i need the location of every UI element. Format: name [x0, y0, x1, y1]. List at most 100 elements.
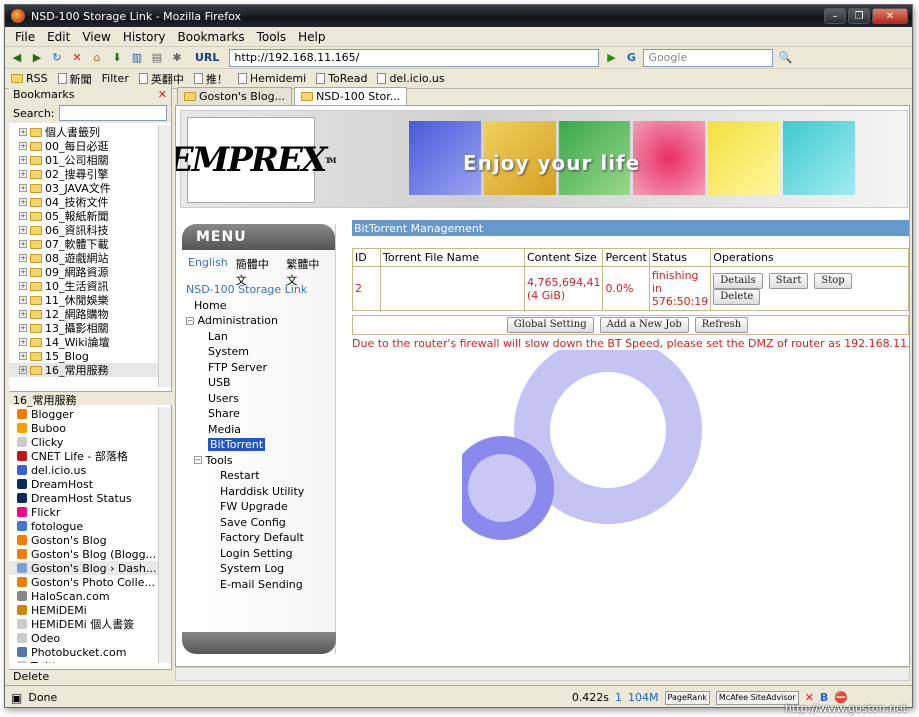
folder-tree-scrollbar[interactable]	[158, 125, 171, 387]
expand-icon[interactable]: +	[19, 212, 27, 220]
expand-icon[interactable]: +	[19, 170, 27, 178]
expand-icon[interactable]: +	[19, 324, 27, 332]
expand-icon[interactable]: +	[19, 240, 27, 248]
menu-tools[interactable]: Tools	[251, 30, 293, 44]
menu-usb[interactable]: USB	[186, 375, 336, 391]
expand-icon[interactable]: +	[19, 128, 27, 136]
menu-users[interactable]: Users	[186, 391, 336, 407]
expand-icon[interactable]: +	[19, 184, 27, 192]
expand-icon[interactable]: +	[19, 366, 27, 374]
bookmark-item[interactable]: Blogger	[9, 407, 159, 421]
menu-bittorrent[interactable]: BitTorrent	[208, 438, 266, 452]
bookmark-delicious[interactable]: del.icio.us	[377, 72, 445, 85]
bookmark-folder[interactable]: +13_攝影相關	[9, 321, 159, 335]
bookmark-folder[interactable]: +12_網路購物	[9, 307, 159, 321]
bookmark-folder[interactable]: + 個人書籤列	[9, 125, 159, 139]
sidebar-delete-button[interactable]: Delete	[9, 669, 172, 683]
minimize-button[interactable]: –	[824, 8, 846, 24]
menu-bookmarks[interactable]: Bookmarks	[172, 30, 251, 44]
sidebar-toggle-icon[interactable]: ▥	[129, 50, 145, 66]
start-button[interactable]: Start	[768, 272, 809, 289]
bookmark-item[interactable]: Goston's Photo Colle...	[9, 575, 159, 589]
delete-button[interactable]: Delete	[713, 288, 761, 305]
home-icon[interactable]: ⌂	[89, 50, 105, 66]
bookmark-item[interactable]: HEMiDEMi 個人書簽	[9, 617, 159, 631]
bookmark-item[interactable]: Goston's Blog (Blogg...	[9, 547, 159, 561]
menu-history[interactable]: History	[117, 30, 172, 44]
bookmark-item[interactable]: Flickr	[9, 505, 159, 519]
global-setting-button[interactable]: Global Setting	[506, 317, 594, 333]
bookmark-folder[interactable]: +02_搜尋引擎	[9, 167, 159, 181]
tab-nsd100[interactable]: NSD-100 Stor...	[294, 87, 408, 105]
bookmark-item[interactable]: Clicky	[9, 435, 159, 449]
menu-login-setting[interactable]: Login Setting	[186, 546, 336, 562]
details-button[interactable]: Details	[713, 272, 763, 289]
back-icon[interactable]: ◀	[9, 50, 25, 66]
menu-ftp-server[interactable]: FTP Server	[186, 360, 336, 376]
sidebar-close-icon[interactable]: ✕	[158, 88, 167, 101]
bookmark-folder[interactable]: +11_休閒娛樂	[9, 293, 159, 307]
horizontal-scrollbar[interactable]	[175, 667, 910, 681]
extension-icon[interactable]: ✱	[169, 50, 185, 66]
menu-system[interactable]: System	[186, 344, 336, 360]
print-icon[interactable]: ▤	[149, 50, 165, 66]
menu-help[interactable]: Help	[292, 30, 331, 44]
collapse-icon[interactable]: −	[186, 316, 194, 325]
reload-icon[interactable]: ↻	[49, 50, 65, 66]
menu-tools[interactable]: − Tools	[186, 453, 336, 469]
menu-lan[interactable]: Lan	[186, 329, 336, 345]
menu-fw-upgrade[interactable]: FW Upgrade	[186, 499, 336, 515]
bookmark-folder[interactable]: +09_網路資源	[9, 265, 159, 279]
menu-view[interactable]: View	[76, 30, 116, 44]
bookmark-item[interactable]: Odeo	[9, 631, 159, 645]
expand-icon[interactable]: +	[19, 282, 27, 290]
expand-icon[interactable]: +	[19, 226, 27, 234]
expand-icon[interactable]: +	[19, 142, 27, 150]
bookmark-item[interactable]: fotologue	[9, 519, 159, 533]
bookmark-folder[interactable]: +03_JAVA文件	[9, 181, 159, 195]
stop-icon[interactable]: ✕	[69, 50, 85, 66]
bookmark-item[interactable]: DreamHost Status	[9, 491, 159, 505]
forward-icon[interactable]: ▶	[29, 50, 45, 66]
bookmark-folder[interactable]: +01_公司相關	[9, 153, 159, 167]
url-input[interactable]: http://192.168.11.165/	[229, 48, 600, 67]
bookmark-folder[interactable]: +07_軟體下載	[9, 237, 159, 251]
expand-icon[interactable]: +	[19, 338, 27, 346]
expand-icon[interactable]: +	[19, 254, 27, 262]
pagerank-badge[interactable]: PageRank	[664, 690, 710, 705]
tab-gostons-blog[interactable]: Goston's Blog...	[177, 87, 293, 105]
menu-file[interactable]: File	[9, 30, 41, 44]
download-icon[interactable]: ⬇	[109, 50, 125, 66]
refresh-button[interactable]: Refresh	[694, 317, 749, 333]
bookmark-folder[interactable]: +04_技術文件	[9, 195, 159, 209]
bookmark-folder[interactable]: +14_Wiki論壇	[9, 335, 159, 349]
bookmark-item[interactable]: del.icio.us	[9, 463, 159, 477]
bookmark-item[interactable]: Buboo	[9, 421, 159, 435]
menu-share[interactable]: Share	[186, 406, 336, 422]
menu-edit[interactable]: Edit	[41, 30, 76, 44]
menu-save-config[interactable]: Save Config	[186, 515, 336, 531]
bookmark-folder[interactable]: +08_遊戲網站	[9, 251, 159, 265]
bookmark-folder[interactable]: +15_Blog	[9, 349, 159, 363]
bookmark-item[interactable]: HEMiDEMi	[9, 603, 159, 617]
bookmark-hemidemi[interactable]: Hemidemi	[237, 72, 306, 85]
bookmark-item[interactable]: DreamHost	[9, 477, 159, 491]
bookmark-item[interactable]: Photobucket.com	[9, 645, 159, 659]
bookmark-toread[interactable]: ToRead	[316, 72, 367, 85]
menu-restart[interactable]: Restart	[186, 468, 336, 484]
close-button[interactable]: ✕	[872, 8, 908, 24]
expand-icon[interactable]: +	[19, 156, 27, 164]
bookmark-folder[interactable]: +16_常用服務	[9, 363, 159, 377]
search-go-icon[interactable]: 🔍	[777, 50, 793, 66]
bookmark-item[interactable]: Twitter	[9, 659, 159, 663]
bookmark-filter[interactable]: Filter	[102, 72, 129, 85]
expand-icon[interactable]: +	[19, 268, 27, 276]
menu-harddisk-utility[interactable]: Harddisk Utility	[186, 484, 336, 500]
bookmark-folder[interactable]: +00_每日必逛	[9, 139, 159, 153]
bookmark-item[interactable]: HaloScan.com	[9, 589, 159, 603]
bookmark-folder[interactable]: +05_報紙新聞	[9, 209, 159, 223]
menu-media[interactable]: Media	[186, 422, 336, 438]
menu-email-sending[interactable]: E-mail Sending	[186, 577, 336, 593]
menu-product-name[interactable]: NSD-100 Storage Link	[186, 282, 336, 298]
maximize-button[interactable]: ❐	[848, 8, 870, 24]
